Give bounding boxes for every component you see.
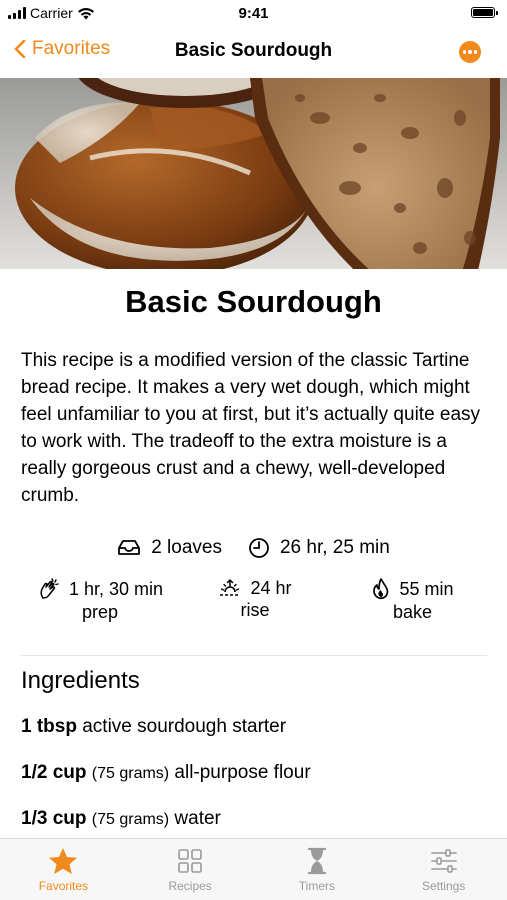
bake-label: bake [392, 602, 433, 622]
tab-favorites[interactable]: Favorites [0, 839, 127, 900]
status-time: 9:41 [238, 5, 269, 22]
recipe-summary: 2 loaves 26 hr, 25 min [0, 537, 507, 559]
battery-icon [471, 7, 498, 18]
total-time-label: 26 hr, 25 min [279, 537, 390, 558]
yield-label: 2 loaves [151, 537, 222, 558]
ingredient-name: active sourdough starter [82, 716, 287, 737]
rise-time-value: 24 hr [250, 578, 292, 598]
ingredient-grams: (75 grams) [91, 811, 170, 828]
clock-icon [249, 538, 269, 558]
status-bar: Carrier 9:41 [0, 0, 507, 28]
sliders-icon [430, 849, 457, 873]
recipe-title: Basic Sourdough [125, 284, 382, 319]
recipe-photo [0, 78, 507, 269]
tray-icon [118, 540, 141, 555]
recipe-description: This recipe is a modified version of the… [21, 350, 481, 506]
bake-stat: 55 min bake [355, 577, 470, 623]
star-icon [49, 848, 78, 874]
time-breakdown: 1 hr, 30 min prep 24 hr rise 55 min bake [0, 577, 507, 637]
tab-timers-label: Timers [298, 879, 335, 893]
sunrise-icon [220, 578, 241, 596]
flame-icon [373, 578, 389, 600]
more-options-button[interactable] [459, 41, 481, 63]
rise-label: rise [240, 600, 270, 620]
section-divider [21, 655, 487, 656]
hands-clapping-icon [40, 578, 59, 599]
tab-recipes[interactable]: Recipes [127, 839, 254, 900]
ingredient-quantity: 1/2 cup [21, 762, 87, 783]
prep-stat: 1 hr, 30 min prep [30, 577, 170, 623]
prep-label: prep [81, 602, 119, 622]
tab-favorites-label: Favorites [38, 879, 89, 893]
ingredient-quantity: 1 tbsp [21, 716, 77, 737]
tab-recipes-label: Recipes [168, 879, 212, 893]
ingredient-item: 1/3 cup (75 grams) water [21, 808, 221, 830]
ingredient-grams: (75 grams) [91, 765, 170, 782]
hourglass-icon [307, 847, 326, 875]
ingredient-item: 1 tbsp active sourdough starter [21, 716, 286, 738]
ingredient-name: water [174, 808, 221, 829]
tab-bar: Favorites Recipes Timers Settings [0, 838, 507, 900]
ingredient-name: all-purpose flour [174, 762, 311, 783]
prep-time-value: 1 hr, 30 min [68, 579, 164, 599]
ingredients-heading: Ingredients [21, 667, 140, 694]
grid-icon [178, 849, 202, 873]
nav-title: Basic Sourdough [174, 40, 333, 61]
tab-timers[interactable]: Timers [254, 839, 381, 900]
total-time-info: 26 hr, 25 min [248, 537, 390, 559]
ingredient-quantity: 1/3 cup [21, 808, 87, 829]
yield-info: 2 loaves [117, 537, 222, 559]
tab-settings[interactable]: Settings [380, 839, 507, 900]
bake-time-value: 55 min [399, 579, 454, 599]
rise-stat: 24 hr rise [200, 577, 310, 621]
tab-settings-label: Settings [421, 879, 466, 893]
ingredient-item: 1/2 cup (75 grams) all-purpose flour [21, 762, 311, 784]
navigation-bar: Favorites Basic Sourdough [0, 28, 507, 78]
